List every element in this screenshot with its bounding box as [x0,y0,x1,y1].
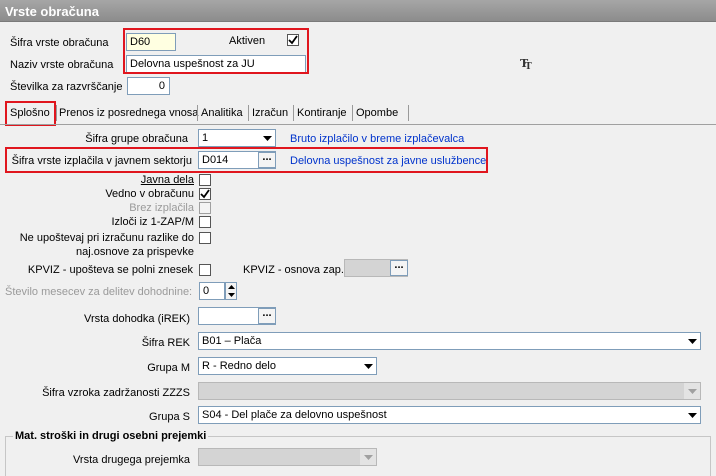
ellipsis-icon[interactable]: ... [258,308,276,324]
chevron-down-icon[interactable] [226,291,236,299]
chevron-down-icon[interactable] [259,130,275,146]
brez-label: Brez izplačila [129,202,194,214]
zzzs-select[interactable] [198,382,701,400]
chevron-down-icon[interactable] [684,333,700,349]
sifra-rek-select[interactable]: B01 – Plača [198,332,701,350]
javna-dela-label: Javna dela [40,174,194,187]
vedno-label: Vedno v obračunu [105,188,194,200]
grupa-m-label: Grupa M [147,362,190,374]
neupostevaj-label-1: Ne upoštevaj pri izračunu razlike do [19,232,194,244]
naziv-label: Naziv vrste obračuna [10,59,114,71]
grupa-s-value: S04 - Del plače za delovno uspešnost [202,409,387,421]
brez-checkbox[interactable] [199,202,211,214]
tab-separator [197,105,198,121]
stevilo-mesecev-label: Število mesecev za delitev dohodnine: [5,286,193,298]
vrsta-prejemka-label: Vrsta drugega prejemka [73,454,190,466]
tab-splosno[interactable]: Splošno [10,107,50,120]
tab-separator [56,105,57,121]
tab-separator [293,105,294,121]
mat-stroski-title: Mat. stroški in drugi osebni prejemki [13,430,209,443]
tab-separator [352,105,353,121]
stevilka-label: Številka za razvrščanje [10,81,123,93]
neupostevaj-label-2: naj.osnove za prispevke [75,246,194,258]
javna-dela-text: Javna dela [140,174,194,186]
izplacila-value: D014 [202,154,229,166]
grupa-obracuna-value: 1 [202,132,209,144]
stevilo-mesecev-value: 0 [203,285,210,297]
chevron-up-icon[interactable] [226,283,236,291]
izloci-label: Izloči iz 1-ZAP/M [111,216,194,228]
font-icon[interactable]: TT [520,56,534,72]
grupa-obracuna-desc: Bruto izplačilo v breme izplačevalca [290,133,465,145]
grupa-m-value: R - Redno delo [202,360,276,372]
vedno-checkbox[interactable] [199,188,211,200]
spin-buttons[interactable] [225,282,237,300]
grupa-m-select[interactable]: R - Redno delo [198,357,377,375]
kpviz-osnova-label: KPVIZ - osnova zap. [243,264,344,276]
izplacila-label: Šifra vrste izplačila v javnem sektorju [11,155,192,167]
tab-izracun[interactable]: Izračun [252,107,288,120]
vrsta-dohodka-label: Vrsta dohodka (iREK) [84,313,190,325]
izplacila-desc: Delovna uspešnost za javne uslužbence [290,155,487,167]
zzzs-label: Šifra vzroka zadržanosti ZZZS [42,387,190,399]
svg-text:T: T [525,62,532,70]
window-title: Vrste obračuna [0,0,716,22]
sifra-rek-label: Šifra REK [141,337,190,349]
sifra-rek-value: B01 – Plača [202,335,262,347]
kpviz-polni-checkbox[interactable] [199,264,211,276]
ellipsis-icon[interactable]: ... [390,260,408,276]
vrsta-prejemka-select[interactable] [198,448,377,466]
tab-prenos[interactable]: Prenos iz posrednega vnosa [59,107,198,120]
tab-separator [248,105,249,121]
stevilka-input[interactable]: 0 [127,77,170,95]
ellipsis-icon[interactable]: ... [258,152,276,168]
grupa-obracuna-label: Šifra grupe obračuna [85,133,188,145]
tab-kontiranje[interactable]: Kontiranje [297,107,347,120]
tab-separator [408,105,409,121]
izloci-checkbox[interactable] [199,216,211,228]
javna-dela-checkbox[interactable] [199,174,211,186]
check-icon [200,189,210,199]
sifra-label: Šifra vrste obračuna [10,37,109,49]
stevilo-mesecev-input[interactable]: 0 [199,282,225,300]
chevron-down-icon[interactable] [684,407,700,423]
neupostevaj-checkbox[interactable] [199,232,211,244]
kpviz-polni-label: KPVIZ - upošteva se polni znesek [27,264,193,276]
chevron-down-icon[interactable] [360,449,376,465]
chevron-down-icon[interactable] [684,383,700,399]
tab-analitika[interactable]: Analitika [201,107,243,120]
grupa-s-label: Grupa S [149,411,190,423]
highlight-header [123,28,309,74]
tab-opombe[interactable]: Opombe [356,107,398,120]
grupa-s-select[interactable]: S04 - Del plače za delovno uspešnost [198,406,701,424]
chevron-down-icon[interactable] [360,358,376,374]
